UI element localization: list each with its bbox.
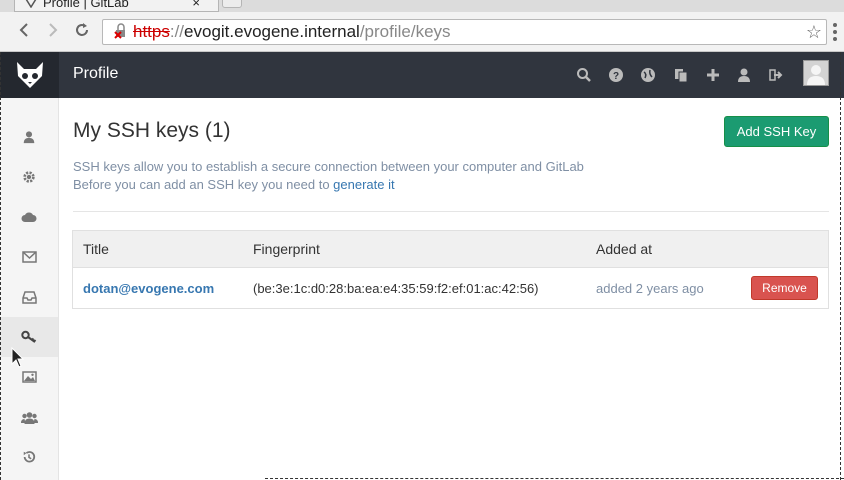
- forward-button[interactable]: [43, 21, 63, 43]
- url-separator: ://: [169, 22, 185, 41]
- bookmark-star-icon[interactable]: ☆: [806, 20, 822, 44]
- gitlab-header: Profile ?: [0, 52, 844, 98]
- table-header: Title Fingerprint Added at: [73, 231, 828, 268]
- sidebar-item-profile[interactable]: [0, 117, 58, 157]
- sidebar-item-design[interactable]: [0, 357, 58, 397]
- browser-tab[interactable]: Profile | GitLab ×: [14, 0, 219, 12]
- sidebar-item-account[interactable]: [0, 157, 58, 197]
- new-tab-button[interactable]: [222, 0, 242, 8]
- description-line-2: Before you can add an SSH key you need t…: [73, 177, 334, 192]
- sidebar-item-applications[interactable]: [0, 197, 58, 237]
- explore-icon[interactable]: [640, 67, 656, 83]
- ssh-keys-table: Title Fingerprint Added at dotan@evogene…: [72, 230, 829, 309]
- column-header-added-at: Added at: [596, 241, 653, 257]
- snippets-icon[interactable]: [673, 67, 689, 83]
- remove-key-button[interactable]: Remove: [751, 276, 818, 300]
- browser-toolbar: https://evogit.evogene.internal/profile/…: [0, 12, 844, 52]
- reload-button[interactable]: [72, 21, 92, 43]
- url-scheme: https: [133, 22, 170, 41]
- svg-text:?: ?: [613, 71, 619, 82]
- key-added-at: added 2 years ago: [596, 281, 704, 296]
- user-avatar[interactable]: [803, 60, 829, 86]
- sign-out-icon[interactable]: [768, 67, 784, 83]
- selection-border-right: [840, 52, 841, 480]
- sidebar-item-history[interactable]: [0, 437, 58, 477]
- browser-menu-button[interactable]: [830, 22, 840, 42]
- gear-icon: [23, 171, 35, 183]
- column-header-title: Title: [83, 241, 109, 257]
- url-path: /profile/keys: [359, 22, 451, 41]
- address-bar[interactable]: https://evogit.evogene.internal/profile/…: [102, 19, 827, 45]
- key-fingerprint: (be:3e:1c:d0:28:ba:ea:e4:35:59:f2:ef:01:…: [253, 281, 539, 296]
- main-content: My SSH keys (1) Add SSH Key SSH keys all…: [59, 98, 844, 480]
- back-arrow-icon: [19, 23, 28, 37]
- inbox-icon: [21, 290, 37, 304]
- cloud-icon: [21, 212, 37, 222]
- key-title-link[interactable]: dotan@evogene.com: [83, 281, 214, 296]
- gitlab-logo-icon[interactable]: [0, 52, 59, 98]
- ssh-keys-description: SSH keys allow you to establish a secure…: [73, 158, 584, 194]
- browser-window: Profile | GitLab × https://evogit.evogen…: [0, 0, 844, 480]
- sidebar-item-emails[interactable]: [0, 237, 58, 277]
- tab-close-icon[interactable]: ×: [192, 0, 200, 10]
- tab-strip: Profile | GitLab ×: [0, 0, 844, 12]
- selection-border-left: [0, 52, 1, 480]
- url-host: evogit.evogene.internal: [184, 22, 360, 41]
- profile-icon[interactable]: [736, 67, 752, 83]
- tab-title: Profile | GitLab: [43, 0, 129, 10]
- page-header-title: Profile: [73, 65, 119, 82]
- key-icon: [21, 330, 37, 343]
- selection-border-bottom: [265, 478, 844, 479]
- sidebar-item-ssh-keys[interactable]: [0, 317, 58, 357]
- image-icon: [21, 371, 37, 383]
- description-line-1: SSH keys allow you to establish a secure…: [73, 159, 584, 174]
- sidebar-item-notifications[interactable]: [0, 277, 58, 317]
- user-icon: [23, 131, 35, 144]
- insecure-lock-icon: [113, 20, 133, 44]
- profile-sidebar: [0, 98, 59, 480]
- mouse-cursor-icon: [11, 347, 25, 368]
- reload-icon: [76, 23, 88, 36]
- users-icon: [20, 411, 38, 424]
- forward-arrow-icon: [49, 23, 58, 37]
- gitlab-favicon-icon: [25, 0, 37, 8]
- column-header-fingerprint: Fingerprint: [253, 241, 320, 257]
- search-icon[interactable]: [576, 67, 592, 83]
- new-project-icon[interactable]: [705, 67, 721, 83]
- back-button[interactable]: [14, 21, 34, 43]
- page-title: My SSH keys (1): [73, 119, 231, 142]
- envelope-icon: [21, 251, 37, 263]
- divider: [73, 211, 829, 212]
- history-icon: [23, 451, 36, 463]
- generate-it-link[interactable]: generate it: [333, 177, 394, 192]
- help-icon[interactable]: ?: [608, 67, 624, 83]
- sidebar-item-groups[interactable]: [0, 397, 58, 437]
- add-ssh-key-button[interactable]: Add SSH Key: [724, 116, 829, 147]
